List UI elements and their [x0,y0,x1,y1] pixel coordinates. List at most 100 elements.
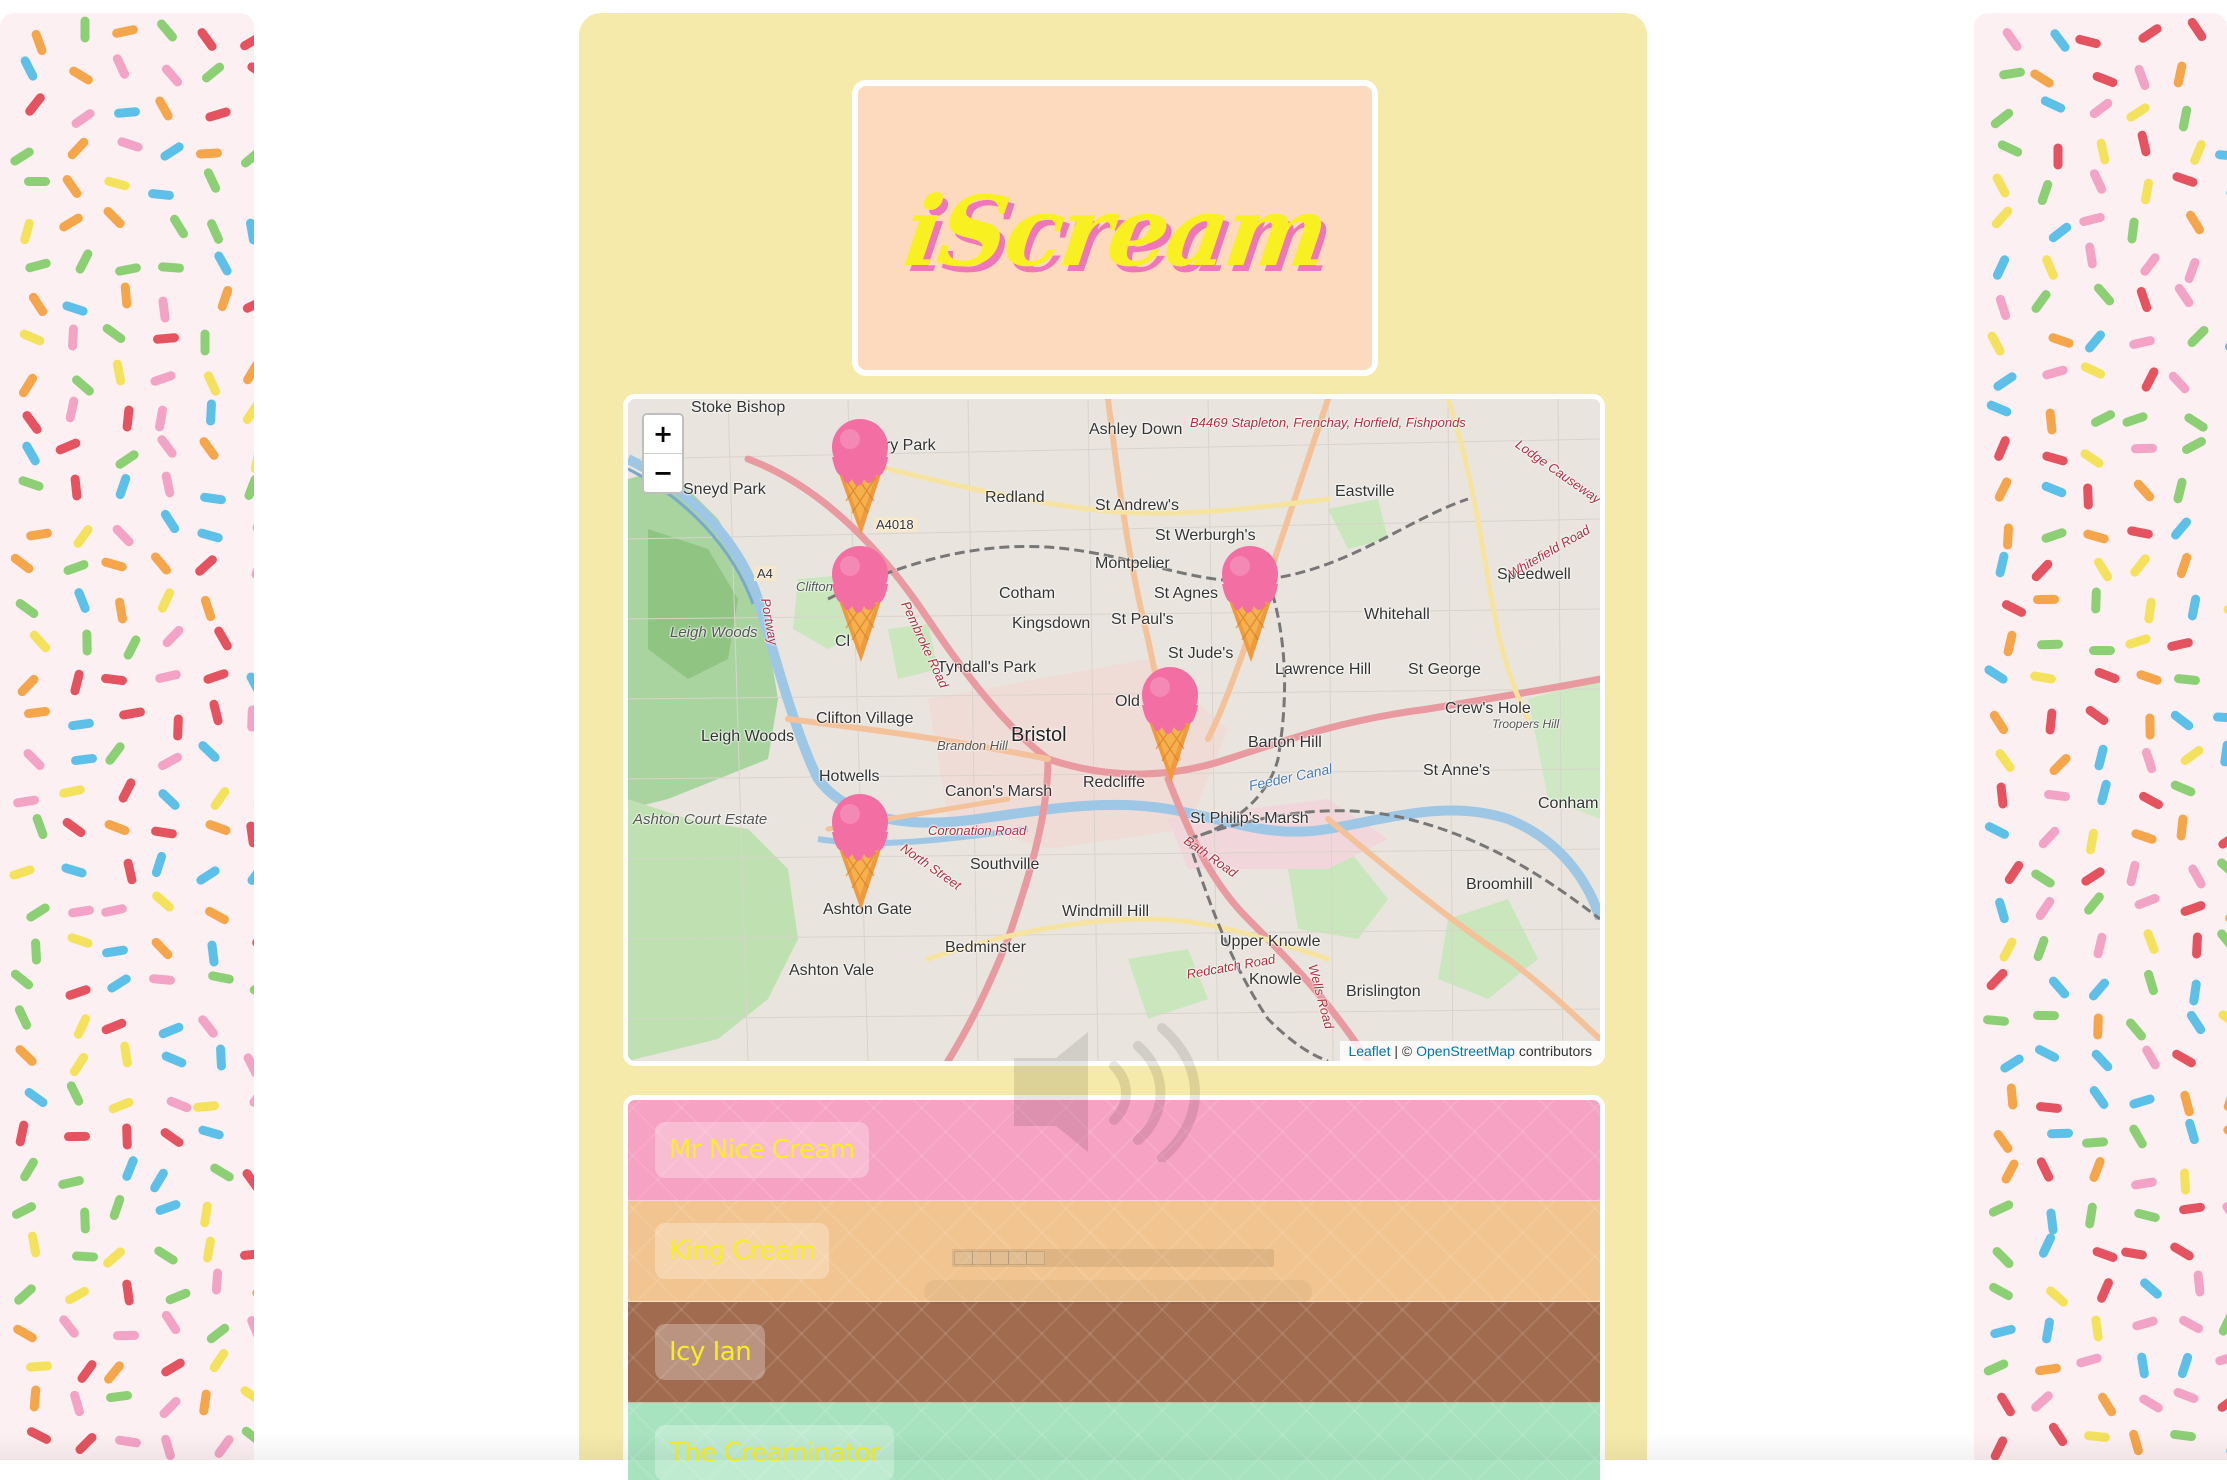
map-label: A4 [754,566,776,581]
sprinkle [160,1433,176,1460]
sprinkle [60,863,87,879]
sprinkle [2191,932,2201,958]
map-label: St Andrew's [1095,497,1179,515]
sprinkle [2080,865,2107,887]
openstreetmap-link[interactable]: OpenStreetMap [1416,1043,1515,1059]
sprinkle [2001,599,2028,619]
ice-cream-cone-icon[interactable] [828,417,892,537]
sprinkle [252,937,254,952]
map-label: Brandon Hill [937,738,1008,753]
map-label: Coronation Road [928,823,1026,838]
sprinkle [1990,205,2014,230]
sprinkle [2040,480,2067,498]
sprinkle [2034,895,2056,922]
sprinkle [27,291,49,318]
sprinkle [2038,1232,2057,1259]
van-row-mr-nice-cream[interactable]: Mr Nice Cream [628,1100,1600,1201]
map-container[interactable]: Stoke Bishop ury Park Ashley Down B4469 … [623,394,1605,1066]
sprinkle [152,1245,179,1266]
sprinkle [2035,1156,2054,1183]
sprinkle [212,1269,223,1296]
ice-cream-cone-icon[interactable] [1218,544,1282,664]
sprinkle [1997,782,2009,809]
sprinkle [64,984,92,1001]
sprinkle [120,282,131,309]
sprinkle [2193,1270,2205,1297]
map-label: Bedminster [945,939,1026,957]
sprinkle [2030,1390,2055,1414]
sprinkle [2124,102,2151,124]
sprinkle [204,819,232,836]
sprinkle [2179,900,2207,917]
sprinkle [65,1080,84,1107]
sprinkle [74,248,94,275]
sprinkle [2054,144,2063,170]
sprinkle [9,968,35,991]
sprinkle [246,217,254,244]
sprinkle [2124,633,2152,650]
sprinkle [2140,178,2153,205]
sprinkle [213,1433,236,1459]
sprinkle [2083,329,2107,355]
ice-cream-cone-icon[interactable] [1138,665,1202,785]
sprinkle [2184,209,2205,236]
sprinkle [102,1360,125,1386]
sprinkle [160,62,184,88]
map-label: Conham [1538,795,1598,813]
map-label: Kingsdown [1012,615,1090,633]
sprinkle [14,597,40,620]
ice-cream-cone-icon[interactable] [828,792,892,912]
sprinkle [155,1199,183,1216]
sprinkle [168,213,189,240]
sprinkle [2128,335,2155,350]
sprinkle [155,433,178,459]
sprinkle [252,784,254,809]
sprinkle [2036,1101,2063,1113]
map-label: St George [1408,661,1481,679]
sprinkle [2120,1247,2147,1260]
sprinkle [2187,594,2201,621]
van-row-icy-ian[interactable]: Icy Ian [628,1302,1600,1403]
sprinkle [24,258,51,273]
sprinkle [115,597,128,624]
sprinkle [158,1126,184,1148]
sprinkle [2133,64,2150,92]
map-label: St Agnes [1154,585,1218,603]
sprinkle [80,1208,90,1234]
sprinkle [112,359,126,386]
van-row-the-creaminator[interactable]: The Creaminator [628,1403,1600,1480]
sprinkle [31,813,48,841]
sprinkle [246,860,254,886]
sprinkle [246,61,254,83]
sprinkle [17,475,45,492]
sprinkle [2127,217,2139,244]
sprinkle [15,1120,29,1147]
sprinkle [2137,1393,2164,1414]
sprinkle [13,795,40,808]
leaflet-link[interactable]: Leaflet [1348,1043,1390,1059]
map-label: Old [1115,693,1140,711]
sprinkle [2222,598,2227,616]
sprinkle [2044,1285,2070,1309]
map-label: Bristol [1011,724,1067,747]
sprinkle [2136,1352,2149,1379]
map-label: Hotwells [819,768,879,786]
sprinkle [153,333,180,344]
sprinkle [2093,667,2120,685]
sprinkle [196,26,219,52]
sprinkle [2085,242,2098,269]
sprinkle [154,404,167,431]
sprinkle [2092,282,2116,308]
sprinkle [68,65,95,86]
zoom-out-button[interactable]: − [644,454,682,492]
sprinkle [2041,450,2068,466]
sprinkle [1993,435,2011,462]
sprinkle [28,629,52,654]
sprinkle [161,624,186,649]
sprinkle [65,396,79,423]
map-label: St Werburgh's [1155,527,1256,545]
ice-cream-cone-icon[interactable] [828,544,892,664]
zoom-in-button[interactable]: + [644,415,682,454]
sprinkle [241,359,254,386]
sprinkle [2047,1128,2073,1138]
